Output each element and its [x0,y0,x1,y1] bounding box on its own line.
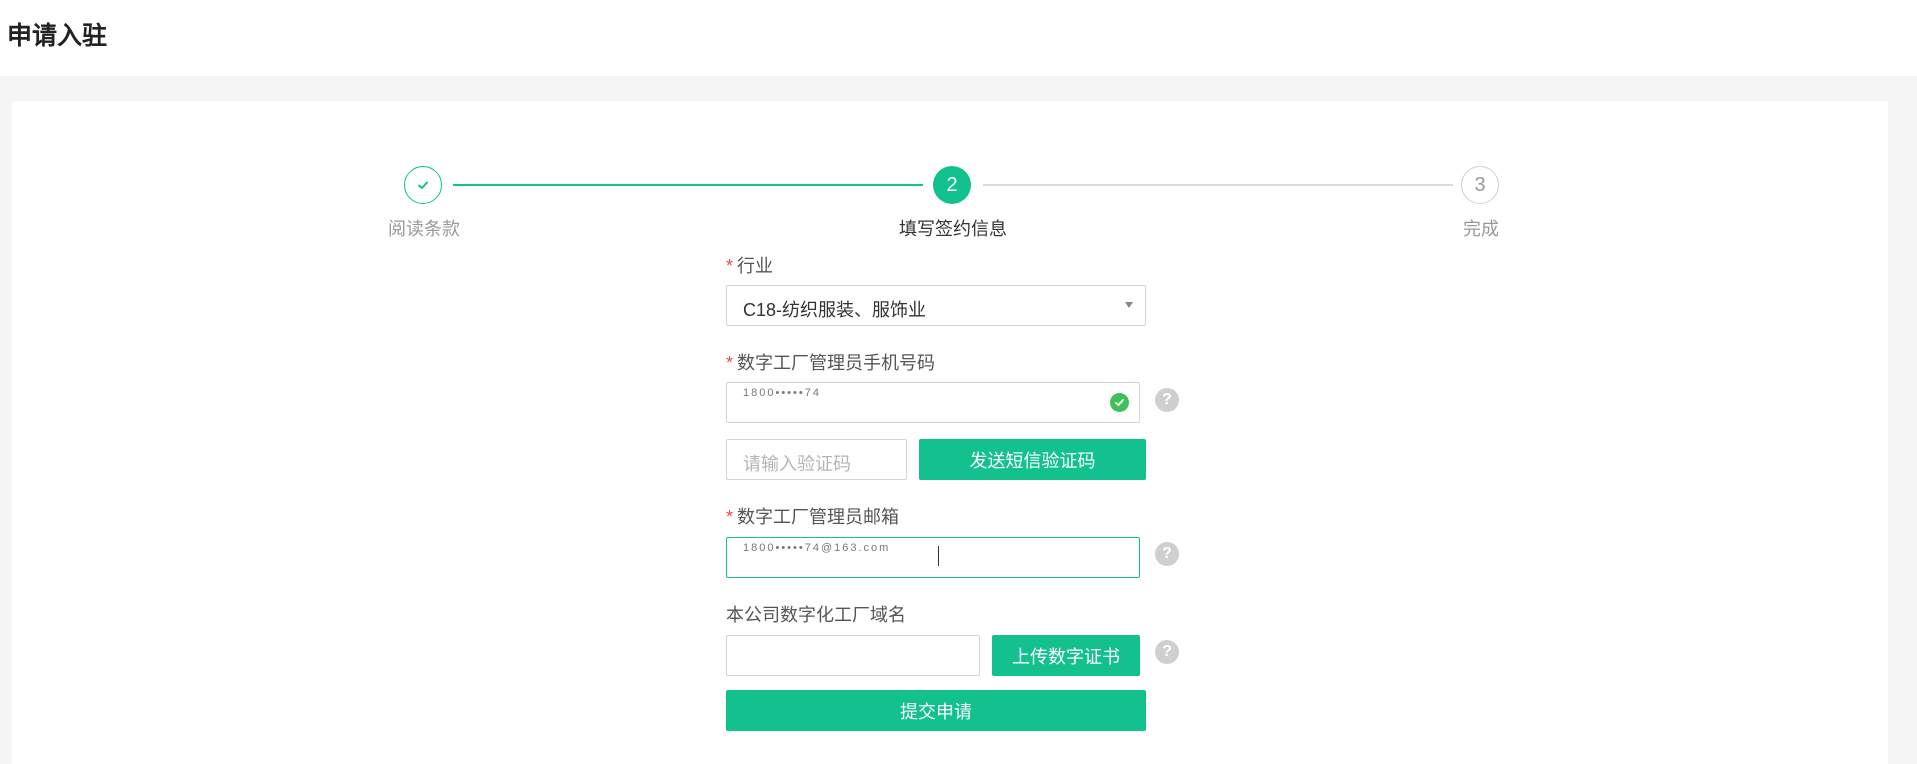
phone-input[interactable]: 1800•••••74 [726,382,1140,423]
check-icon [418,181,428,189]
phone-input-value: 1800•••••74 [743,387,821,399]
phone-label: * 数字工厂管理员手机号码 [726,353,936,373]
check-circle-icon [1110,393,1129,412]
send-sms-button[interactable]: 发送短信验证码 [919,439,1146,480]
step-2-circle: 2 [933,166,971,204]
help-icon[interactable]: ? [1155,388,1179,412]
step-1-circle [404,166,442,204]
domain-label: 本公司数字化工厂域名 [726,605,906,625]
email-label: * 数字工厂管理员邮箱 [726,507,900,527]
chevron-down-icon [1125,302,1133,308]
step-2-number: 2 [946,173,958,196]
industry-select-value: C18-纺织服装、服饰业 [743,300,927,320]
email-input-value: 1800•••••74@163.com [743,542,891,554]
step-2-label: 填写签约信息 [899,219,1007,239]
verify-code-placeholder: 请输入验证码 [743,454,851,474]
help-icon[interactable]: ? [1155,640,1179,664]
domain-input[interactable] [726,635,980,676]
email-input[interactable]: 1800•••••74@163.com [726,537,1140,578]
step-3-number: 3 [1474,173,1486,196]
step-1-label: 阅读条款 [388,219,460,239]
verify-code-input[interactable]: 请输入验证码 [726,439,907,480]
required-mark: * [726,256,734,276]
step-connector-2 [983,184,1453,186]
page-header: 申请入驻 [0,0,1917,76]
page-title: 申请入驻 [7,22,108,50]
required-mark: * [726,507,734,527]
upload-certificate-button[interactable]: 上传数字证书 [992,635,1140,676]
step-connector-1 [453,184,923,186]
step-3-circle: 3 [1461,166,1499,204]
text-cursor [938,546,939,566]
submit-application-button[interactable]: 提交申请 [726,690,1146,731]
help-icon[interactable]: ? [1155,542,1179,566]
industry-label: * 行业 [726,256,774,276]
required-mark: * [726,353,734,373]
step-3-label: 完成 [1463,219,1499,239]
industry-select[interactable]: C18-纺织服装、服饰业 [726,285,1146,326]
